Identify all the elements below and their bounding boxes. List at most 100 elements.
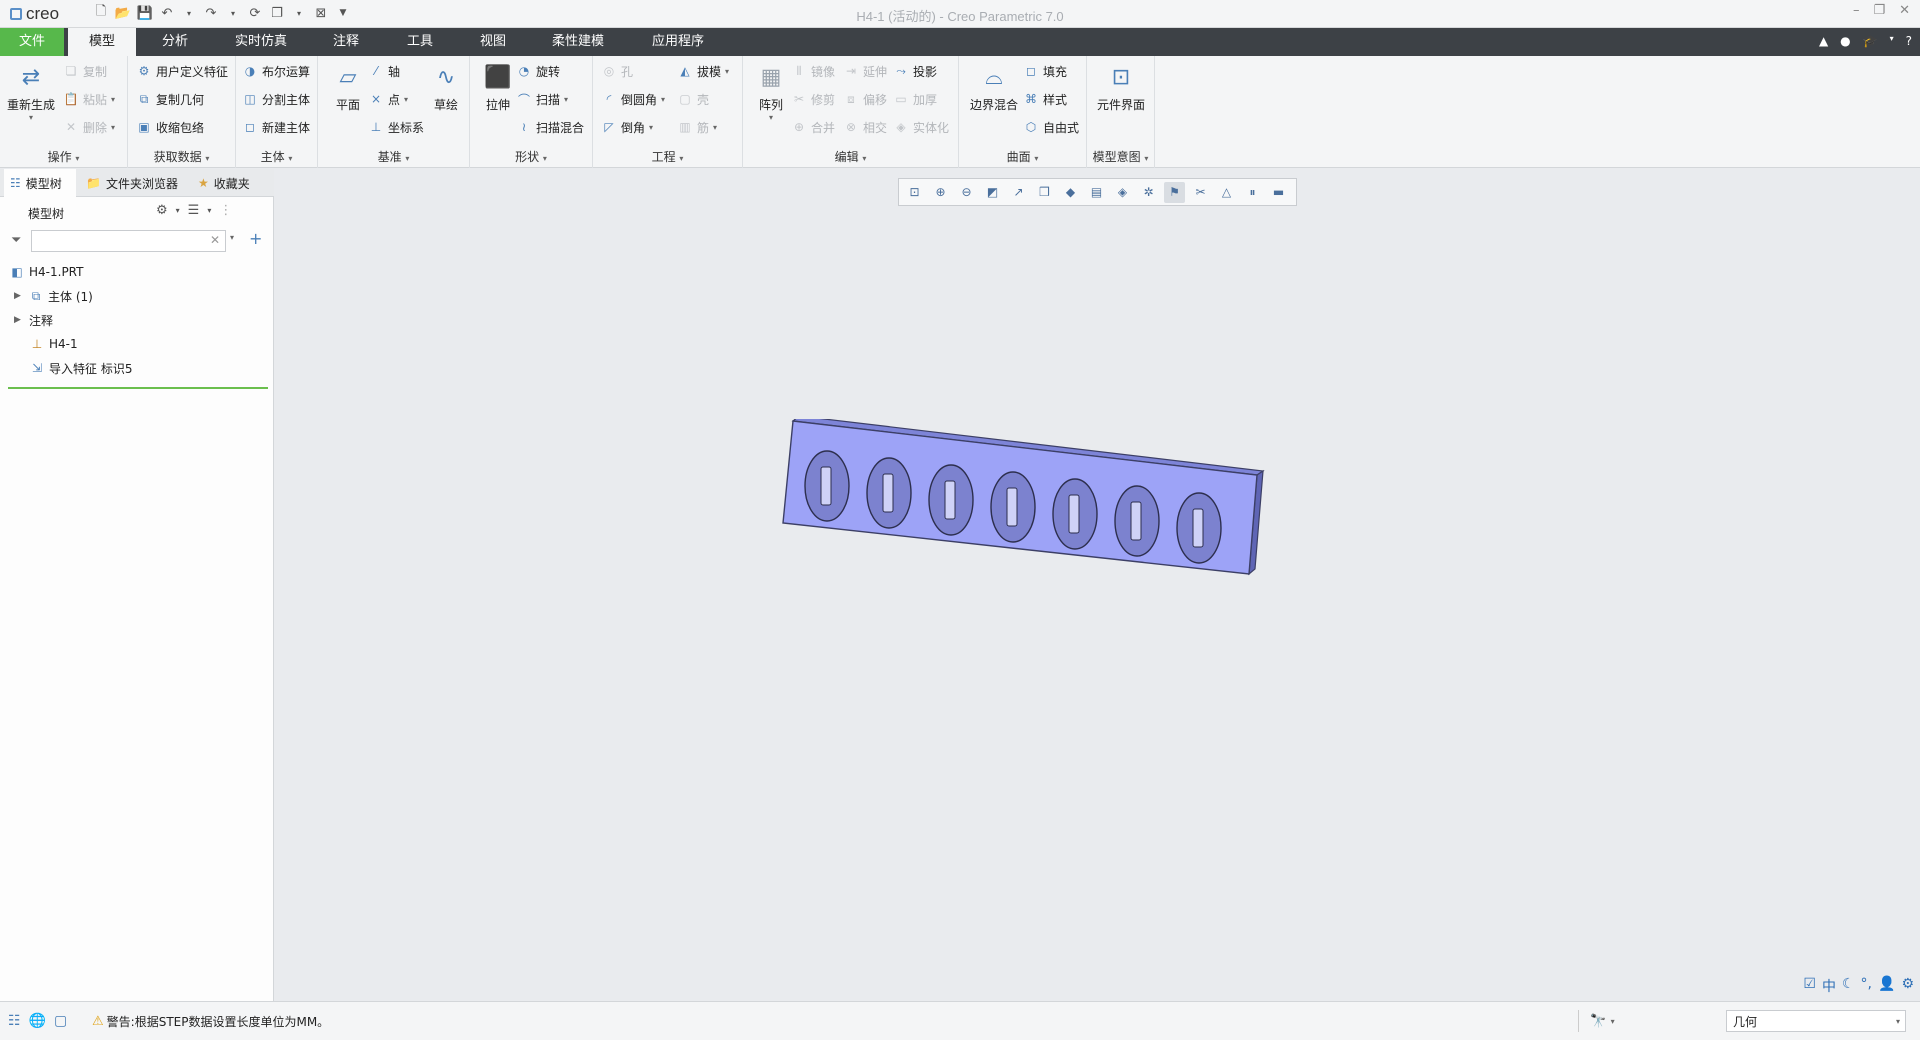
undo-dropdown-icon[interactable]: ▾ [180, 4, 198, 22]
tree-node-csys[interactable]: ⊥ H4-1 [30, 333, 78, 355]
toggle-browser-icon[interactable]: 🌐 [29, 1013, 46, 1029]
toggle-navigator-icon[interactable]: ☷ [8, 1013, 21, 1029]
swept-blend-button[interactable]: ≀ 扫描混合 [516, 116, 584, 138]
selection-filter-icon[interactable]: ☑ [1803, 976, 1816, 996]
punctuation-icon[interactable]: °, [1861, 976, 1872, 996]
thicken-button[interactable]: ▭ 加厚 [893, 88, 937, 110]
expand-icon[interactable]: ▶ [14, 315, 24, 325]
freestyle-button[interactable]: ⬡ 自由式 [1023, 116, 1079, 138]
group-label-surfaces[interactable]: 曲面 ▾ [959, 148, 1086, 165]
round-button[interactable]: ◜ 倒圆角 ▾ [601, 88, 665, 110]
close-icon[interactable]: ✕ [1899, 3, 1910, 18]
customize-qat-icon[interactable]: ▼ [334, 4, 352, 22]
show-icon[interactable]: ☰ [188, 203, 200, 218]
moon-icon[interactable]: ☾ [1842, 976, 1855, 996]
new-body-button[interactable]: ◻ 新建主体 [242, 116, 310, 138]
selection-filter-select[interactable]: 几何 ▾ [1726, 1010, 1906, 1032]
tree-node-part[interactable]: ◧ H4-1.PRT [10, 261, 83, 283]
clear-search-icon[interactable]: ✕ [210, 233, 220, 247]
tab-applications[interactable]: 应用程序 [638, 28, 718, 56]
new-icon[interactable]: 🗋 [92, 4, 110, 22]
settings-icon[interactable]: ⚙ [1901, 976, 1914, 996]
boundary-blend-button[interactable]: ⌓ 边界混合 [963, 62, 1025, 113]
tree-node-import-feature[interactable]: ⇲ 导入特征 标识5 [30, 357, 132, 379]
extend-button[interactable]: ⇥ 延伸 [843, 60, 887, 82]
tab-live-simulation[interactable]: 实时仿真 [225, 28, 297, 56]
merge-button[interactable]: ⊕ 合并 [791, 116, 835, 138]
spin-center-icon[interactable]: ▬ [1268, 182, 1289, 203]
funnel-icon[interactable]: ⏷ [11, 233, 21, 248]
annotation-display-icon[interactable]: ⚑ [1164, 181, 1185, 203]
collapse-ribbon-icon[interactable]: ▲ [1819, 34, 1828, 48]
group-label-get-data[interactable]: 获取数据 ▾ [128, 148, 235, 165]
udf-button[interactable]: ⚙ 用户定义特征 [136, 60, 228, 82]
datum-display-icon[interactable]: ✲ [1138, 182, 1159, 203]
save-icon[interactable]: 💾 [136, 4, 154, 22]
revolve-button[interactable]: ◔ 旋转 [516, 60, 560, 82]
group-label-editing[interactable]: 编辑 ▾ [743, 148, 958, 165]
tab-file[interactable]: 文件 [0, 28, 64, 56]
minimize-icon[interactable]: – [1853, 3, 1860, 18]
group-label-datum[interactable]: 基准 ▾ [318, 148, 469, 165]
tab-analysis[interactable]: 分析 [146, 28, 204, 56]
group-label-body[interactable]: 主体 ▾ [236, 148, 317, 165]
tab-annotate[interactable]: 注释 [318, 28, 374, 56]
boolean-button[interactable]: ◑ 布尔运算 [242, 60, 310, 82]
display-style-icon[interactable]: ◆ [1060, 182, 1081, 203]
shrinkwrap-button[interactable]: ▣ 收缩包络 [136, 116, 204, 138]
draft-button[interactable]: ◭ 拔模 ▾ [677, 60, 729, 82]
expand-icon[interactable]: ▶ [14, 291, 24, 301]
style-button[interactable]: ⌘ 样式 [1023, 88, 1067, 110]
user-icon[interactable]: ● [1840, 34, 1850, 48]
intersect-button[interactable]: ⊗ 相交 [843, 116, 887, 138]
trim-button[interactable]: ✂ 修剪 [791, 88, 835, 110]
tree-filter-icon[interactable]: ⋮ [219, 203, 232, 218]
help-dropdown-icon[interactable]: ▾ [1890, 34, 1894, 48]
sketch-button[interactable]: ∿ 草绘 [418, 62, 474, 113]
tree-settings-icon[interactable]: ⚙ [156, 203, 168, 218]
close-window-icon[interactable]: ⊠ [312, 4, 330, 22]
fill-button[interactable]: ◻ 填充 [1023, 60, 1067, 82]
point-button[interactable]: × 点 ▾ [368, 88, 408, 110]
tree-search-input[interactable] [31, 230, 226, 252]
zoom-in-icon[interactable]: ⊕ [930, 182, 951, 203]
view-manager-icon[interactable]: ▤ [1086, 182, 1107, 203]
chamfer-button[interactable]: ◸ 倒角 ▾ [601, 116, 653, 138]
sweep-button[interactable]: ⌒ 扫描 ▾ [516, 88, 568, 110]
component-interface-button[interactable]: ⊡ 元件界面 [1091, 62, 1151, 113]
part-model[interactable] [775, 419, 1275, 619]
open-icon[interactable]: 📂 [114, 4, 132, 22]
delete-button[interactable]: ✕ 删除 ▾ [63, 116, 115, 138]
chevron-down-icon[interactable]: ▾ [176, 206, 180, 218]
shell-button[interactable]: ▢ 壳 [677, 88, 709, 110]
refit-icon[interactable]: ⊡ [904, 182, 925, 203]
tab-folder-browser[interactable]: 📁 文件夹浏览器 [80, 169, 186, 197]
project-button[interactable]: ⤳ 投影 [893, 60, 937, 82]
chevron-down-icon[interactable]: ▾ [230, 233, 234, 242]
tab-tools[interactable]: 工具 [392, 28, 448, 56]
regenerate-icon[interactable]: ⟳ [246, 4, 264, 22]
find-button[interactable]: 🔭 ▾ [1578, 1010, 1626, 1032]
perspective-icon[interactable]: ◈ [1112, 182, 1133, 203]
tab-favorites[interactable]: ★ 收藏夹 [192, 169, 272, 197]
chevron-down-icon[interactable]: ▾ [207, 206, 211, 218]
saved-orientations-icon[interactable]: ❒ [1034, 182, 1055, 203]
appearance-icon[interactable]: △ [1216, 182, 1237, 203]
user-icon[interactable]: 👤 [1878, 976, 1895, 996]
repaint-icon[interactable]: ◩ [982, 182, 1003, 203]
pause-icon[interactable]: ⏸ [1242, 182, 1263, 203]
undo-icon[interactable]: ↶ [158, 4, 176, 22]
regenerate-button[interactable]: ⇄ 重新生成 ▾ [3, 62, 59, 123]
tree-node-annotations[interactable]: ▶ 注释 [14, 309, 53, 331]
help-icon[interactable]: ? [1906, 34, 1912, 48]
axis-button[interactable]: ⁄ 轴 [368, 60, 400, 82]
mirror-button[interactable]: ⫴ 镜像 [791, 60, 835, 82]
section-icon[interactable]: ✂ [1190, 182, 1211, 203]
graphics-window[interactable]: ⊡ ⊕ ⊖ ◩ ↗ ❒ ◆ ▤ ◈ ✲ ⚑ ✂ △ ⏸ ▬ ☑ 中 ☾ °, 👤… [275, 169, 1920, 1001]
add-icon[interactable]: + [249, 229, 262, 248]
tab-view[interactable]: 视图 [465, 28, 521, 56]
zoom-out-icon[interactable]: ⊖ [956, 182, 977, 203]
csys-button[interactable]: ⊥ 坐标系 [368, 116, 424, 138]
learning-icon[interactable]: 🎓 [1863, 34, 1878, 48]
restore-icon[interactable]: ❐ [1873, 3, 1885, 18]
